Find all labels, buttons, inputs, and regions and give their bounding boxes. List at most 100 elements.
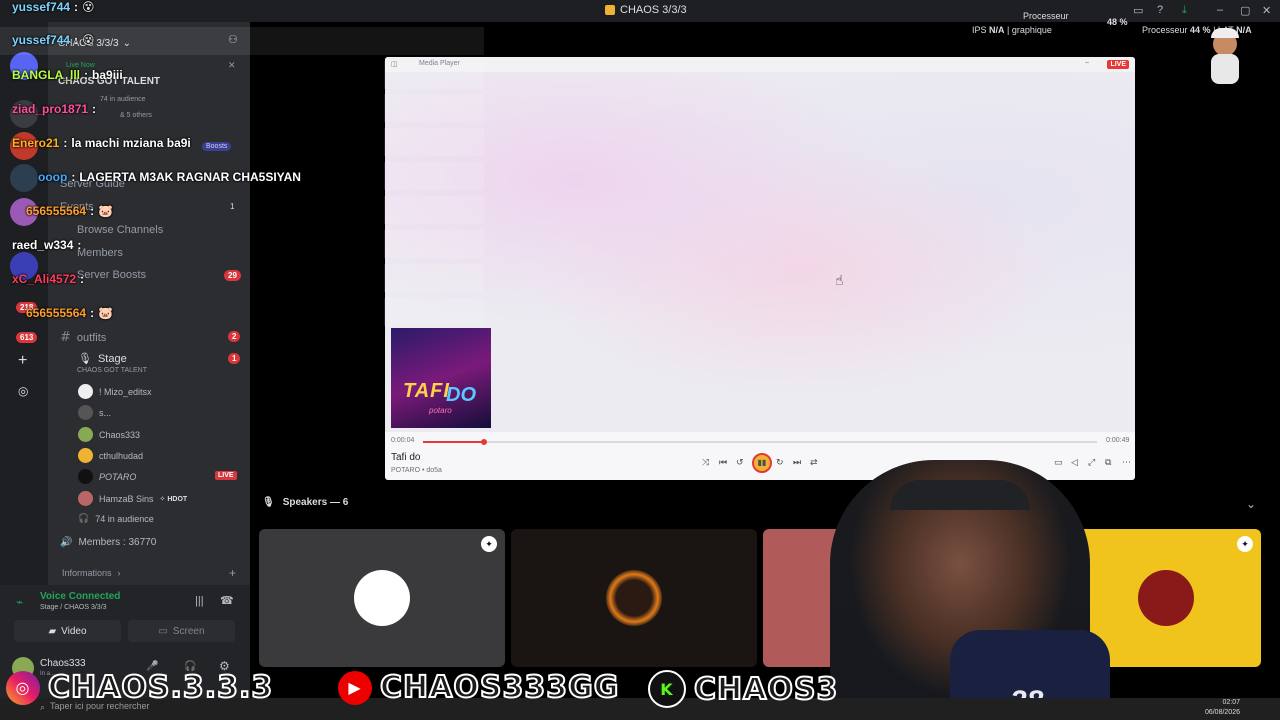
repeat-icon[interactable]: ⇄ [810, 457, 818, 468]
noise-icon[interactable]: ||| [195, 595, 204, 607]
chat-message: raed_w334 : [12, 238, 82, 252]
chat-message: yussef744 : 😵 [12, 33, 95, 47]
album-art: TAFI DO potaro [391, 328, 491, 428]
download-icon[interactable]: ⤓ [1182, 4, 1187, 17]
user-name: Chaos333 [40, 658, 86, 669]
boosts-link[interactable]: Boosts [202, 142, 232, 151]
audience-count[interactable]: 🎧 74 in audience [78, 513, 154, 524]
video-icon: ▰ [48, 625, 57, 637]
next-icon[interactable]: ⏭ [793, 457, 801, 468]
server-icon [605, 5, 615, 15]
headphones-icon: 🎧 [78, 513, 90, 523]
chat-row-bg [384, 162, 484, 190]
channel-stage[interactable]: 🎙 Stage [78, 352, 127, 366]
seek-handle[interactable] [480, 439, 487, 445]
player-live-badge: LIVE [1107, 60, 1129, 69]
screen-button[interactable]: ▭ Screen [128, 620, 235, 642]
voice-channel[interactable]: Stage / CHAOS 3/3/3 [40, 604, 107, 611]
informations-category[interactable]: Informations › [62, 568, 121, 578]
chat-row-bg [384, 298, 484, 326]
chat-message: ziad_pro1871 : [12, 102, 97, 116]
speaker-avatar [1138, 570, 1194, 626]
avatar [78, 448, 93, 463]
rewind-icon[interactable]: ↺ [736, 457, 744, 468]
chat-message: 656555564 : 🐷 [26, 204, 114, 218]
chat-row-bg [384, 94, 484, 122]
events-count: 1 [230, 202, 235, 211]
fullscreen-icon[interactable]: ⤢ [1088, 457, 1095, 468]
media-player: ◫ Media Player – LIVE TAFI DO potaro 0:0… [385, 57, 1135, 480]
more-icon[interactable]: ⋯ [1122, 457, 1131, 468]
avatar [78, 405, 93, 420]
hash-icon: # [60, 330, 71, 345]
screen-share-icon: ▭ [158, 625, 168, 637]
close-icon[interactable]: ✕ [1262, 4, 1271, 17]
avatar [78, 469, 93, 484]
mouse-cursor-icon: ☝ [835, 272, 844, 288]
speaker-pin-icon[interactable]: ✦ [1237, 536, 1253, 552]
channel-outfits[interactable]: # outfits [60, 330, 106, 345]
shuffle-icon[interactable]: ⤨ [702, 457, 709, 468]
streamer-avatar-sticker [1205, 28, 1245, 90]
youtube-handle: ▶ CHAOS333GG [338, 669, 619, 706]
title-bar: CHAOS 3/3/3 ▭ ? ⤓ – ▢ ✕ [0, 0, 1280, 22]
volume-icon[interactable]: ◁ [1071, 457, 1078, 468]
add-channel-icon[interactable]: + [229, 566, 236, 580]
seek-bar[interactable] [423, 439, 1097, 445]
inbox-icon[interactable]: ▭ [1133, 4, 1143, 17]
minimize-icon[interactable]: – [1217, 4, 1223, 16]
stage-member[interactable]: cthulhudad [78, 448, 143, 463]
server-boosts[interactable]: Server Boosts [77, 269, 146, 281]
speaker-icon: 🔊 [60, 537, 73, 548]
members-count[interactable]: 🔊 Members : 36770 [60, 537, 156, 548]
rail-badge: 613 [16, 332, 38, 343]
video-button[interactable]: ▰ Video [14, 620, 121, 642]
speaker-pin-icon[interactable]: ✦ [481, 536, 497, 552]
mic-icon: 🎙 [262, 497, 275, 508]
stage-member[interactable]: Chaos333 [78, 427, 140, 442]
track-artist: POTARO • do5a [391, 467, 442, 474]
speaker-avatar [354, 570, 410, 626]
captions-icon[interactable]: ▭ [1054, 457, 1063, 468]
chat-message: 656555564 : 🐷 [26, 306, 114, 320]
speakers-header: 🎙 Speakers — 6 [262, 497, 349, 508]
time-total: 0:00:49 [1106, 437, 1130, 444]
speaker-tile[interactable]: ✦ [259, 529, 505, 667]
stage-member[interactable]: ! Mizo_editsx [78, 384, 152, 399]
add-server-icon[interactable]: + [18, 352, 27, 370]
player-minimize-icon[interactable]: – [1085, 59, 1089, 66]
seek-fill [423, 441, 484, 443]
stage-member[interactable]: s... [78, 405, 111, 420]
maximize-icon[interactable]: ▢ [1240, 4, 1250, 17]
emoji-icon: 🐷 [98, 306, 114, 320]
chat-message: xC_Ali4572 : [12, 272, 85, 286]
close-event-icon[interactable]: ✕ [228, 60, 236, 71]
stage-member[interactable]: POTARO [78, 469, 136, 484]
browse-channels[interactable]: Browse Channels [77, 224, 163, 236]
forward-icon[interactable]: ↻ [776, 457, 784, 468]
avatar [78, 427, 93, 442]
live-badge: LIVE [215, 471, 237, 480]
webcam-overlay: 28 [830, 460, 1110, 720]
clock: 02:07 06/08/2026 [1204, 699, 1240, 716]
event-audience: 74 in audience [100, 96, 146, 103]
previous-icon[interactable]: ⏮ [719, 457, 727, 468]
collapse-chevron-icon[interactable]: ⌄ [1246, 497, 1256, 511]
members-link[interactable]: Members [77, 247, 123, 259]
avatar [78, 384, 93, 399]
social-banner: ◎ CHAOS.3.3.3 ▶ CHAOS333GG K CHAOS3 [0, 669, 838, 712]
time-current: 0:00:04 [391, 437, 415, 444]
video-canvas[interactable] [385, 72, 1135, 432]
stage-member[interactable]: HamzaB Sins ✧ HDOT [78, 491, 187, 506]
instagram-icon: ◎ [6, 670, 40, 705]
stage-subtitle: CHAOS GOT TALENT [77, 367, 148, 374]
instagram-handle: ◎ CHAOS.3.3.3 [6, 669, 273, 706]
speaker-tile[interactable] [511, 529, 757, 667]
help-icon[interactable]: ? [1157, 4, 1163, 16]
chat-row-bg [384, 128, 484, 156]
discover-icon[interactable]: ◎ [18, 384, 28, 398]
disconnect-icon[interactable]: ☎ [220, 594, 234, 607]
play-pause-button[interactable]: ▮▮ [752, 453, 772, 473]
popout-icon[interactable]: ⧉ [1105, 457, 1111, 468]
avatar [78, 491, 93, 506]
